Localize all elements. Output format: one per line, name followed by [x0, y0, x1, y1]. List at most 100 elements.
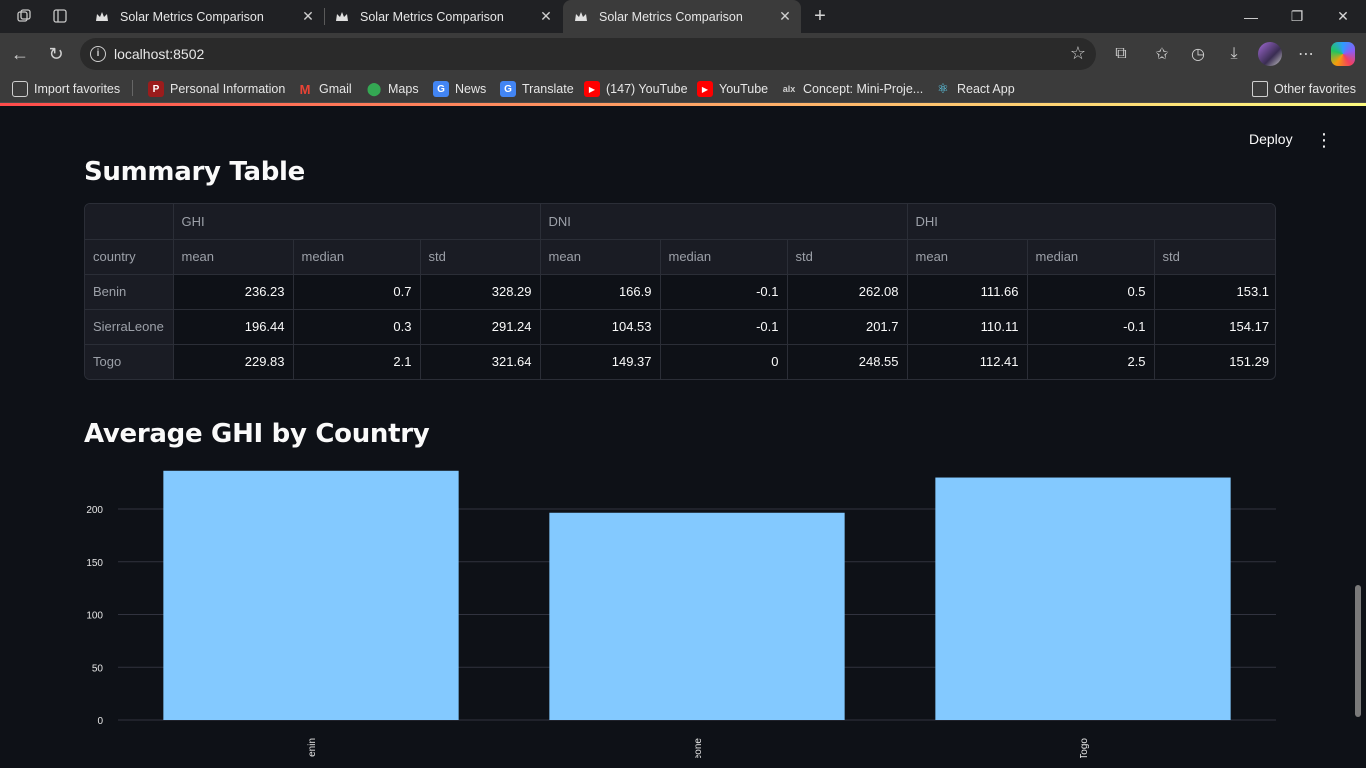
table-index-cell[interactable]: Togo: [85, 344, 174, 379]
tab-3-active[interactable]: Solar Metrics Comparison ✕: [563, 0, 801, 33]
table-index-cell[interactable]: Benin: [85, 274, 174, 310]
bar-togo[interactable]: [935, 477, 1231, 720]
table-cell[interactable]: 111.66: [907, 274, 1028, 310]
favorites-icon[interactable]: ✩: [1150, 42, 1174, 66]
bookmark-label: Gmail: [319, 82, 352, 96]
tab-actions-icon[interactable]: [50, 6, 70, 26]
table-cell[interactable]: 0.7: [293, 274, 421, 310]
table-column-header[interactable]: median: [1027, 239, 1155, 275]
table-cell[interactable]: 196.44: [173, 309, 294, 345]
table-cell[interactable]: 262.08: [787, 274, 908, 310]
table-cell[interactable]: 166.9: [540, 274, 661, 310]
bookmark-youtube-147[interactable]: ▶ (147) YouTube: [584, 80, 688, 98]
bookmark-label: Personal Information: [170, 82, 286, 96]
bookmark-gmail[interactable]: M Gmail: [297, 80, 352, 98]
summary-table[interactable]: GHI DNI DHI country mean median std mean…: [84, 203, 1276, 380]
copilot-icon[interactable]: [1331, 42, 1355, 66]
bookmark-react-app[interactable]: ⚛ React App: [935, 80, 1015, 98]
downloads-icon[interactable]: ⤓: [1222, 42, 1246, 66]
site-info-icon[interactable]: i: [90, 46, 106, 62]
deploy-button[interactable]: Deploy: [1249, 131, 1293, 147]
bookmark-other-favorites[interactable]: Other favorites: [1252, 80, 1356, 98]
youtube-icon: ▶: [584, 81, 600, 97]
ghi-bar-chart[interactable]: 0 50 100 150 200 enin eone Togo: [80, 462, 1280, 768]
more-options-icon[interactable]: ⋯: [1294, 42, 1318, 66]
tab-2[interactable]: Solar Metrics Comparison ✕: [324, 0, 562, 33]
table-group-header-row: GHI DNI DHI: [85, 204, 1275, 240]
close-icon[interactable]: ✕: [298, 8, 318, 25]
table-column-header[interactable]: mean: [907, 239, 1028, 275]
close-icon[interactable]: ✕: [775, 8, 795, 25]
table-column-header[interactable]: median: [293, 239, 421, 275]
table-cell[interactable]: -0.1: [660, 309, 788, 345]
new-tab-button[interactable]: +: [808, 4, 832, 28]
bookmarks-bar: Import favorites P Personal Information …: [0, 75, 1366, 103]
table-cell[interactable]: 154.17: [1154, 309, 1275, 345]
table-column-header[interactable]: std: [420, 239, 541, 275]
table-index-cell[interactable]: SierraLeone: [85, 309, 174, 345]
table-group-header[interactable]: DNI: [540, 204, 908, 240]
table-cell[interactable]: 0: [660, 344, 788, 379]
table-cell[interactable]: 151.29: [1154, 344, 1275, 379]
bookmark-personal-information[interactable]: P Personal Information: [148, 80, 285, 98]
main-menu-icon[interactable]: ⋮: [1314, 128, 1334, 152]
table-cell[interactable]: 104.53: [540, 309, 661, 345]
table-column-header[interactable]: std: [1154, 239, 1275, 275]
favorite-star-icon[interactable]: ☆: [1070, 43, 1086, 64]
close-window-icon[interactable]: ✕: [1320, 0, 1366, 33]
table-index-header[interactable]: country: [85, 239, 174, 275]
table-group-header[interactable]: GHI: [173, 204, 541, 240]
table-cell[interactable]: -0.1: [1027, 309, 1155, 345]
bookmark-alx-concept[interactable]: alx Concept: Mini-Proje...: [781, 80, 923, 98]
table-column-header[interactable]: mean: [540, 239, 661, 275]
table-column-header[interactable]: median: [660, 239, 788, 275]
streamlit-crown-icon: [94, 9, 110, 25]
table-cell[interactable]: 248.55: [787, 344, 908, 379]
bar-benin[interactable]: [163, 470, 459, 720]
y-tick-label: 150: [86, 558, 103, 569]
profile-avatar[interactable]: [1258, 42, 1282, 66]
table-cell[interactable]: 328.29: [420, 274, 541, 310]
table-cell[interactable]: 321.64: [420, 344, 541, 379]
table-cell[interactable]: 149.37: [540, 344, 661, 379]
table-cell[interactable]: 0.5: [1027, 274, 1155, 310]
table-cell[interactable]: 2.1: [293, 344, 421, 379]
table-cell[interactable]: 153.1: [1154, 274, 1275, 310]
bookmark-maps[interactable]: ⬤ Maps: [366, 80, 419, 98]
table-row: Togo 229.83 2.1 321.64 149.37 0 248.55 1…: [85, 344, 1275, 379]
table-cell[interactable]: 0.3: [293, 309, 421, 345]
table-column-header[interactable]: std: [787, 239, 908, 275]
restore-icon[interactable]: ❐: [1274, 0, 1320, 33]
bookmark-youtube[interactable]: ▶ YouTube: [697, 80, 768, 98]
bookmark-news[interactable]: G News: [433, 80, 486, 98]
table-cell[interactable]: 112.41: [907, 344, 1028, 379]
table-column-header[interactable]: mean: [173, 239, 294, 275]
back-arrow-icon[interactable]: ←: [8, 42, 32, 66]
bookmark-label: News: [455, 82, 487, 96]
table-cell[interactable]: 110.11: [907, 309, 1028, 345]
extensions-icon[interactable]: ⧉: [1109, 42, 1133, 66]
workspaces-icon[interactable]: [14, 6, 34, 26]
close-icon[interactable]: ✕: [536, 8, 556, 25]
bar-sierraleone[interactable]: [549, 512, 845, 720]
page-scrollbar[interactable]: [1355, 585, 1361, 717]
bookmark-label: YouTube: [719, 82, 769, 96]
bookmark-translate[interactable]: G Translate: [500, 80, 574, 98]
table-cell[interactable]: 201.7: [787, 309, 908, 345]
address-bar[interactable]: i localhost:8502 ☆: [80, 38, 1096, 70]
bookmark-import-favorites[interactable]: Import favorites: [12, 80, 120, 98]
refresh-icon[interactable]: ↻: [44, 42, 68, 66]
y-tick-label: 200: [86, 505, 103, 516]
table-cell[interactable]: 229.83: [173, 344, 294, 379]
table-cell[interactable]: 236.23: [173, 274, 294, 310]
gmail-icon: M: [299, 81, 311, 97]
tab-bar: Solar Metrics Comparison ✕ Solar Metrics…: [0, 0, 1366, 33]
history-icon[interactable]: ◷: [1186, 42, 1210, 66]
table-cell[interactable]: -0.1: [660, 274, 788, 310]
table-cell[interactable]: 2.5: [1027, 344, 1155, 379]
table-cell[interactable]: 291.24: [420, 309, 541, 345]
translate-icon: G: [500, 81, 516, 97]
tab-1[interactable]: Solar Metrics Comparison ✕: [84, 0, 324, 33]
minimize-icon[interactable]: —: [1228, 0, 1274, 33]
table-group-header[interactable]: DHI: [907, 204, 1275, 240]
